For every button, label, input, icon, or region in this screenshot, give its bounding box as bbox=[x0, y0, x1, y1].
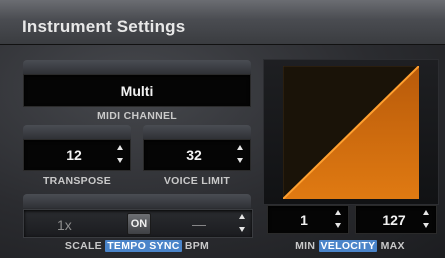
tempo-sync-cap bbox=[23, 194, 251, 208]
velocity-labels: MIN VELOCITY MAX bbox=[263, 240, 437, 252]
bpm-value[interactable]: — bbox=[192, 216, 206, 232]
midi-channel-label: MIDI CHANNEL bbox=[96, 110, 177, 122]
midi-channel-value: Multi bbox=[120, 83, 154, 99]
velocity-max-value: 127 bbox=[382, 212, 406, 228]
transpose-stepper[interactable]: 12 bbox=[23, 139, 131, 171]
arrow-down-icon bbox=[239, 227, 245, 232]
arrow-down-icon bbox=[423, 223, 429, 228]
velocity-min-stepper[interactable]: 1 bbox=[267, 205, 349, 234]
window-title: Instrument Settings bbox=[22, 17, 186, 36]
arrow-up-icon bbox=[335, 210, 341, 215]
velocity-min-label: MIN bbox=[295, 240, 316, 252]
tempo-sync-toggle[interactable]: ON bbox=[127, 213, 151, 235]
arrow-up-icon bbox=[423, 210, 429, 215]
tempo-sync-control: 1x ON — bbox=[23, 209, 253, 238]
tempo-sync-labels: SCALE TEMPO SYNC BPM bbox=[23, 240, 251, 252]
voice-limit-value: 32 bbox=[186, 147, 202, 163]
arrow-up-icon bbox=[117, 145, 123, 150]
velocity-min-spinner-icon[interactable] bbox=[334, 210, 342, 228]
voice-limit-spinner-icon[interactable] bbox=[236, 145, 244, 163]
instrument-settings-panel: Instrument Settings Multi MIDI CHANNEL 1… bbox=[0, 0, 445, 258]
bpm-spinner-icon[interactable] bbox=[238, 214, 246, 232]
scale-label: SCALE bbox=[64, 240, 102, 252]
transpose-cap bbox=[23, 125, 131, 139]
velocity-max-spinner-icon[interactable] bbox=[422, 210, 430, 228]
arrow-up-icon bbox=[239, 214, 245, 219]
velocity-label: VELOCITY bbox=[318, 240, 378, 252]
arrow-up-icon bbox=[237, 145, 243, 150]
arrow-down-icon bbox=[335, 223, 341, 228]
transpose-value: 12 bbox=[66, 147, 82, 163]
voice-limit-stepper[interactable]: 32 bbox=[143, 139, 251, 171]
velocity-max-label: MAX bbox=[380, 240, 405, 252]
velocity-min-value: 1 bbox=[300, 212, 308, 228]
scale-value[interactable]: 1x bbox=[57, 217, 72, 233]
midi-channel-field[interactable]: Multi bbox=[23, 74, 251, 107]
arrow-down-icon bbox=[117, 158, 123, 163]
transpose-spinner-icon[interactable] bbox=[116, 145, 124, 163]
bpm-label: BPM bbox=[184, 240, 210, 252]
midi-channel-cap bbox=[23, 60, 251, 74]
title-bar: Instrument Settings bbox=[0, 0, 445, 45]
tempo-sync-label: TEMPO SYNC bbox=[105, 240, 182, 252]
transpose-label: TRANSPOSE bbox=[42, 175, 112, 187]
voice-limit-cap bbox=[143, 125, 251, 139]
velocity-curve-graph[interactable] bbox=[283, 66, 419, 199]
velocity-max-stepper[interactable]: 127 bbox=[355, 205, 437, 234]
arrow-down-icon bbox=[237, 158, 243, 163]
voice-limit-label: VOICE LIMIT bbox=[163, 175, 231, 187]
